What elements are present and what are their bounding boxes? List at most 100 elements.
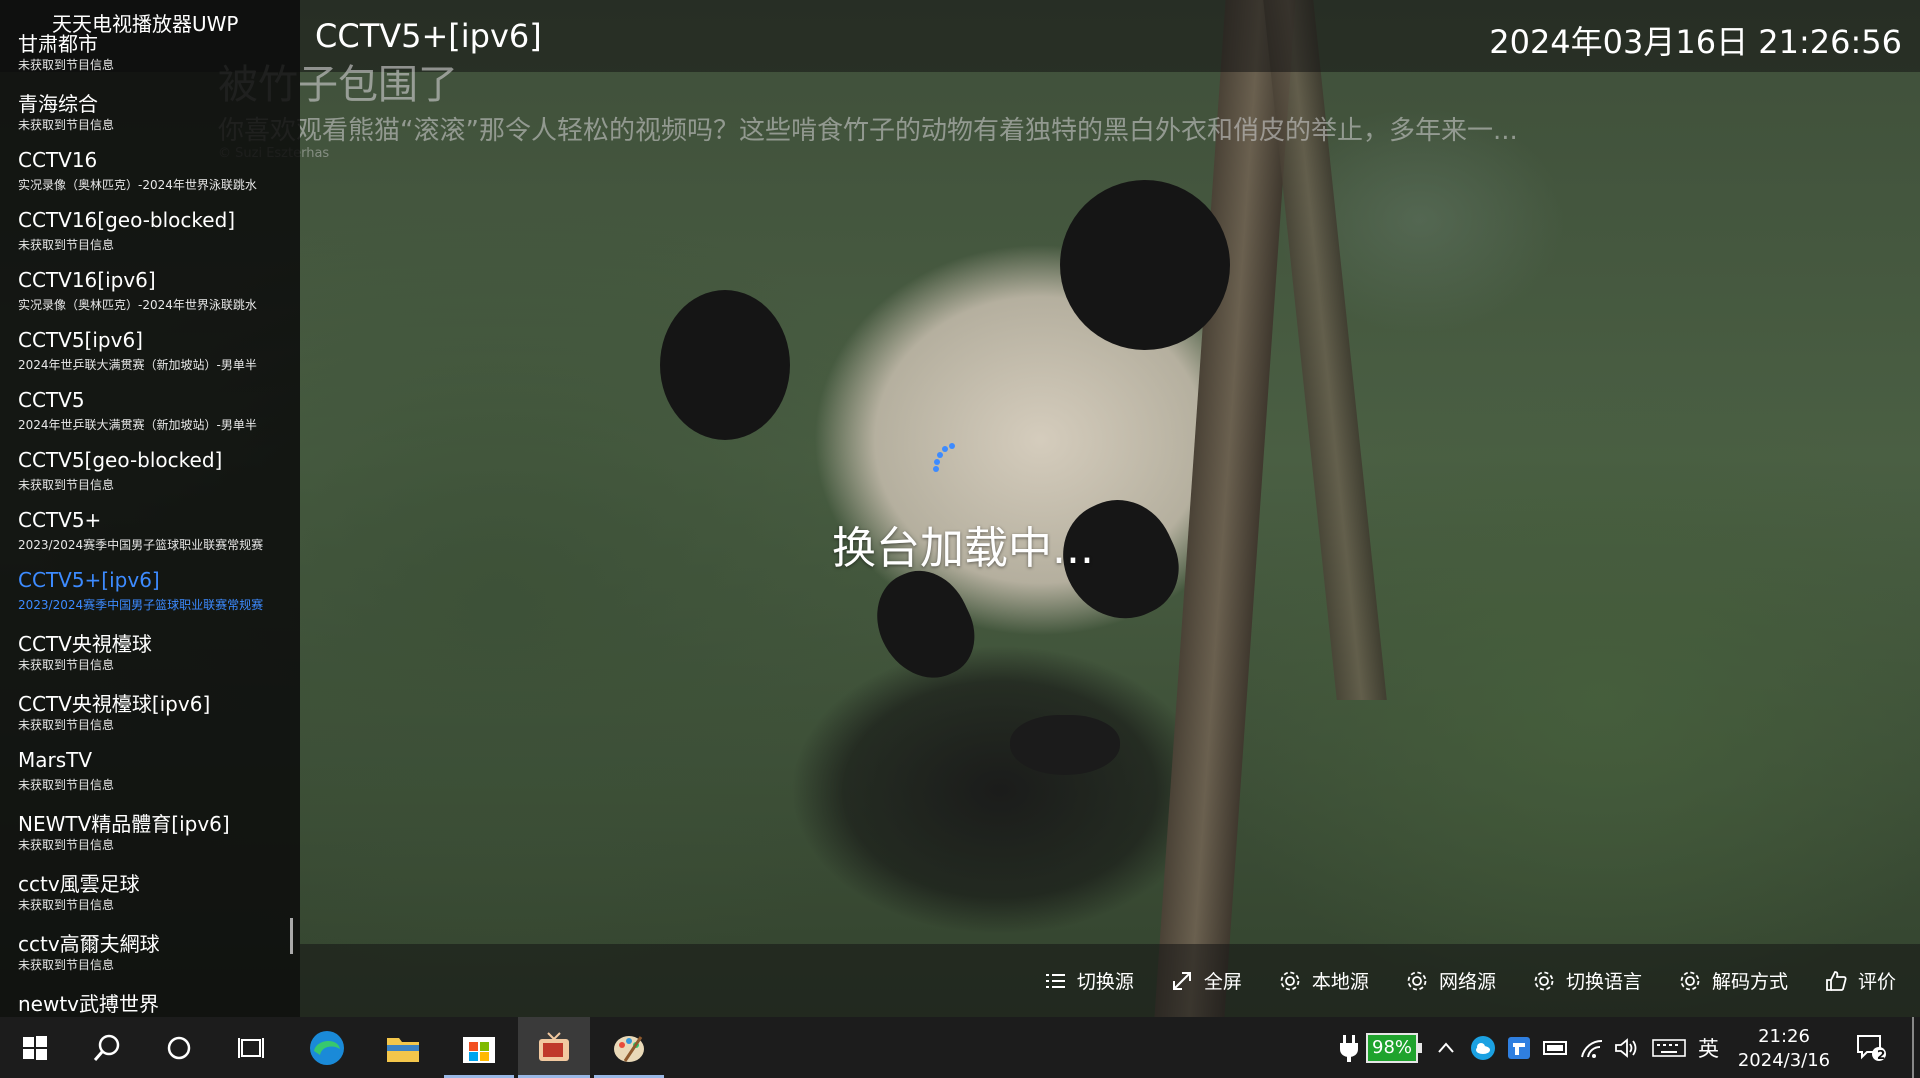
action-button[interactable]: 网络源: [1405, 967, 1496, 994]
channel-item[interactable]: CCTV5 2024年世乒联大满贯赛（新加坡站）-男单半: [0, 382, 300, 442]
gear-icon: [1280, 971, 1300, 990]
channel-name: newtv武搏世界: [18, 992, 160, 1016]
channel-item[interactable]: 青海综合 未获取到节目信息: [0, 82, 300, 142]
battery-indicator[interactable]: 98%: [1366, 1032, 1419, 1063]
channel-program: 未获取到节目信息: [18, 898, 115, 912]
task-view-icon: [238, 1037, 264, 1058]
taskbar: 98% 英 21:26 2024/3/16 2: [0, 1017, 1920, 1078]
gear-icon: [1680, 971, 1700, 990]
channel-item[interactable]: MarsTV 未获取到节目信息: [0, 742, 300, 802]
cortana-icon: [167, 1036, 191, 1059]
action-button[interactable]: 切换语言: [1532, 967, 1642, 994]
datetime-display: 2024年03月16日 21:26:56: [1489, 23, 1902, 61]
channel-item[interactable]: CCTV16[ipv6] 实况录像（奥林匹克）-2024年世界泳联跳水: [0, 262, 300, 322]
channel-name: CCTV5+: [18, 508, 102, 532]
channel-name: CCTV5[ipv6]: [18, 328, 143, 352]
channel-item[interactable]: NEWTV精品體育[ipv6] 未获取到节目信息: [0, 802, 300, 862]
channel-program: 实况录像（奥林匹克）-2024年世界泳联跳水: [18, 298, 257, 312]
battery-terminal: [1418, 1042, 1423, 1053]
power-plug-icon: [1340, 1034, 1358, 1062]
action-label: 切换语言: [1565, 971, 1642, 993]
taskbar-paint[interactable]: [594, 1017, 664, 1078]
channel-name: CCTV16[geo-blocked]: [18, 208, 236, 232]
channel-program: 未获取到节目信息: [18, 778, 115, 792]
search-button[interactable]: [72, 1017, 142, 1078]
bottom-bar: 切换源 全屏 本地源 网络源 切换语言 解码方式 评价: [300, 944, 1920, 1017]
channel-name: CCTV5+[ipv6]: [18, 568, 160, 592]
action-label: 解码方式: [1711, 971, 1788, 993]
panda-ear-left: [660, 290, 790, 440]
volume-icon[interactable]: [1614, 1037, 1638, 1059]
chevron-up-icon[interactable]: [1436, 1038, 1456, 1058]
gear-icon: [1407, 971, 1427, 990]
channel-name: cctv風雲足球: [18, 872, 140, 896]
channel-item[interactable]: CCTV5[ipv6] 2024年世乒联大满贯赛（新加坡站）-男单半: [0, 322, 300, 382]
channel-item[interactable]: CCTV央視檯球[ipv6] 未获取到节目信息: [0, 682, 300, 742]
action-button[interactable]: 切换源: [1043, 967, 1134, 994]
cloud-icon[interactable]: [1470, 1035, 1496, 1061]
folder-icon: [387, 1037, 419, 1062]
edge-icon: [310, 1030, 344, 1065]
channel-program: 未获取到节目信息: [18, 718, 115, 732]
ime-indicator[interactable]: 英: [1698, 1033, 1719, 1063]
notification-center-button[interactable]: 2: [1840, 1017, 1902, 1078]
panda-nose: [1010, 715, 1120, 775]
channel-name: CCTV央視檯球[ipv6]: [18, 692, 211, 716]
cortana-button[interactable]: [144, 1017, 214, 1078]
palette-icon: [614, 1035, 644, 1062]
taskbar-store[interactable]: [444, 1017, 514, 1078]
action-button[interactable]: 解码方式: [1678, 967, 1788, 994]
taskbar-edge[interactable]: [292, 1017, 362, 1078]
keyboard-icon[interactable]: [1652, 1037, 1686, 1059]
tv-icon: [539, 1031, 569, 1061]
channel-item[interactable]: CCTV5[geo-blocked] 未获取到节目信息: [0, 442, 300, 502]
photo-description: 你喜欢观看熊猫“滚滚”那令人轻松的视频吗？这些啃食竹子的动物有着独特的黑白外衣和…: [218, 116, 1518, 146]
wifi-icon[interactable]: [1580, 1037, 1604, 1059]
action-button[interactable]: 全屏: [1170, 967, 1242, 994]
panda-ear-right: [1060, 180, 1230, 350]
app-tray-icon[interactable]: [1506, 1035, 1532, 1061]
taskbar-tv-player[interactable]: [518, 1017, 590, 1078]
gear-icon: [1534, 971, 1554, 990]
action-button[interactable]: 本地源: [1278, 967, 1369, 994]
channel-item[interactable]: newtv武搏世界未获取到节目信息: [0, 982, 300, 1017]
windows-logo-icon: [23, 1035, 47, 1060]
scrollbar-thumb[interactable]: [290, 918, 293, 954]
channel-item[interactable]: CCTV5+ 2023/2024赛季中国男子篮球职业联赛常规赛: [0, 502, 300, 562]
task-view-button[interactable]: [216, 1017, 286, 1078]
channel-program: 2024年世乒联大满贯赛（新加坡站）-男单半: [18, 358, 257, 372]
channel-item[interactable]: cctv風雲足球未获取到节目信息: [0, 862, 300, 922]
action-label: 网络源: [1438, 971, 1496, 993]
channel-name: cctv高爾夫網球: [18, 932, 160, 956]
taskbar-file-explorer[interactable]: [368, 1017, 438, 1078]
channel-program: 未获取到节目信息: [18, 478, 115, 492]
action-button[interactable]: 评价: [1824, 967, 1896, 994]
system-tray: 98% 英: [1338, 1017, 1735, 1078]
action-label: 本地源: [1311, 971, 1369, 993]
channel-item[interactable]: CCTV16 实况录像（奥林匹克）-2024年世界泳联跳水: [0, 142, 300, 202]
channel-item[interactable]: CCTV央視檯球未获取到节目信息: [0, 622, 300, 682]
loading-spinner-icon: [933, 443, 955, 472]
channel-list[interactable]: 甘肃都市 未获取到节目信息 青海综合 未获取到节目信息 CCTV16 实况录像（奥林匹克）…: [0, 22, 300, 1017]
device-icon[interactable]: [1542, 1037, 1568, 1059]
channel-item[interactable]: CCTV5+[ipv6] 2023/2024赛季中国男子篮球职业联赛常规赛: [0, 562, 300, 622]
channel-panel: 甘肃都市 未获取到节目信息 青海综合 未获取到节目信息 CCTV16 实况录像（奥林匹克）…: [0, 0, 300, 1017]
channel-program: 未获取到节目信息: [18, 58, 115, 72]
action-label: 切换源: [1076, 971, 1134, 993]
show-desktop-button[interactable]: [1912, 1017, 1914, 1078]
channel-item[interactable]: CCTV16[geo-blocked] 未获取到节目信息: [0, 202, 300, 262]
taskbar-clock[interactable]: 21:26 2024/3/16: [1728, 1025, 1840, 1073]
action-label: 全屏: [1203, 971, 1242, 993]
clock-time: 21:26: [1758, 1026, 1810, 1047]
channel-program: 2023/2024赛季中国男子篮球职业联赛常规赛: [18, 538, 264, 552]
channel-name: CCTV央視檯球: [18, 632, 152, 656]
start-button[interactable]: [0, 1017, 70, 1078]
app-title: 天天电视播放器UWP: [52, 12, 239, 36]
channel-program: 实况录像（奥林匹克）-2024年世界泳联跳水: [18, 178, 257, 192]
list-icon: [1045, 973, 1065, 988]
channel-program: 未获取到节目信息: [18, 658, 115, 672]
channel-name: CCTV5[geo-blocked]: [18, 448, 223, 472]
channel-name: CCTV5: [18, 388, 85, 412]
channel-name: CCTV16[ipv6]: [18, 268, 156, 292]
channel-item[interactable]: cctv高爾夫網球 未获取到节目信息: [0, 922, 300, 982]
